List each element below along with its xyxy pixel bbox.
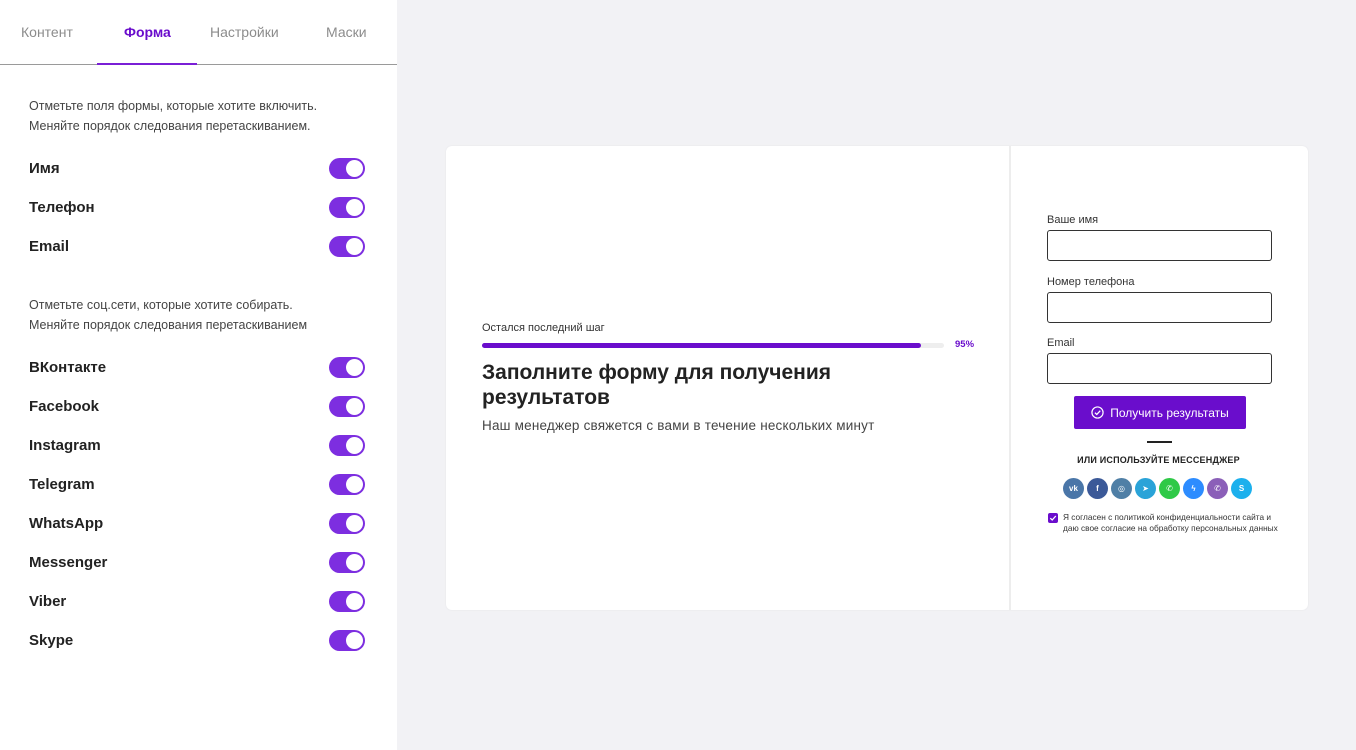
social-fields-hint-line2: Меняйте порядок следования перетаскивани…: [29, 318, 308, 332]
toggle-knob: [346, 199, 363, 216]
messenger-icon[interactable]: ϟ: [1183, 478, 1204, 499]
form-field-row-email[interactable]: Email: [29, 236, 365, 258]
form-field-label: Email: [29, 238, 70, 255]
phone-input[interactable]: [1047, 292, 1272, 323]
checkmark-icon: [1049, 515, 1057, 521]
social-row-viber[interactable]: Viber: [29, 591, 365, 613]
vk-icon[interactable]: vk: [1063, 478, 1084, 499]
toggle-knob: [346, 238, 363, 255]
social-row-skype[interactable]: Skype: [29, 630, 365, 652]
name-toggle[interactable]: [329, 158, 365, 179]
toggle-knob: [346, 476, 363, 493]
skype-toggle[interactable]: [329, 630, 365, 651]
email-field-label: Email: [1047, 337, 1075, 349]
separator-line: [1147, 441, 1172, 443]
social-fields-hint-line1: Отметьте соц.сети, которые хотите собира…: [29, 298, 293, 312]
telegram-toggle[interactable]: [329, 474, 365, 495]
phone-toggle[interactable]: [329, 197, 365, 218]
social-label: WhatsApp: [29, 515, 104, 532]
telegram-icon[interactable]: ➤: [1135, 478, 1156, 499]
form-fields-hint: Отметьте поля формы, которые хотите вклю…: [29, 96, 317, 136]
name-field-label: Ваше имя: [1047, 214, 1099, 226]
tab-form[interactable]: Форма: [124, 24, 171, 40]
form-subheading: Наш менеджер свяжется с вами в течение н…: [482, 418, 875, 433]
check-circle-icon: [1091, 406, 1104, 419]
toggle-knob: [346, 437, 363, 454]
skype-icon[interactable]: S: [1231, 478, 1252, 499]
social-fields-hint: Отметьте соц.сети, которые хотите собира…: [29, 295, 307, 335]
social-label: Instagram: [29, 437, 101, 454]
social-row-vkontakte[interactable]: ВКонтакте: [29, 357, 365, 379]
toggle-knob: [346, 632, 363, 649]
toggle-knob: [346, 593, 363, 610]
phone-field-label: Номер телефона: [1047, 276, 1135, 288]
form-field-label: Телефон: [29, 199, 95, 216]
viber-toggle[interactable]: [329, 591, 365, 612]
whatsapp-icon[interactable]: ✆: [1159, 478, 1180, 499]
tab-bar: Контент Форма Настройки Маски: [0, 0, 397, 65]
toggle-knob: [346, 554, 363, 571]
vkontakte-toggle[interactable]: [329, 357, 365, 378]
progress-bar: [482, 343, 944, 348]
form-fields-hint-line1: Отметьте поля формы, которые хотите вклю…: [29, 99, 318, 113]
social-row-telegram[interactable]: Telegram: [29, 474, 365, 496]
social-label: Skype: [29, 632, 74, 649]
card-divider: [1009, 146, 1011, 610]
get-results-button[interactable]: Получить результаты: [1074, 396, 1246, 429]
progress-fill: [482, 343, 921, 348]
consent-checkbox[interactable]: [1048, 513, 1058, 523]
form-fields-hint-line2: Меняйте порядок следования перетаскивани…: [29, 119, 311, 133]
consent-text: Я согласен с политикой конфиденциальност…: [1063, 512, 1278, 533]
tab-content[interactable]: Контент: [21, 24, 73, 40]
instagram-toggle[interactable]: [329, 435, 365, 456]
progress-percent: 95%: [955, 339, 975, 350]
toggle-knob: [346, 515, 363, 532]
social-row-facebook[interactable]: Facebook: [29, 396, 365, 418]
form-heading: Заполните форму для получения результато…: [482, 361, 832, 409]
messenger-caption: ИЛИ ИСПОЛЬЗУЙТЕ МЕССЕНДЖЕР: [1077, 455, 1240, 465]
instagram-icon[interactable]: ◎: [1111, 478, 1132, 499]
social-row-instagram[interactable]: Instagram: [29, 435, 365, 457]
social-label: ВКонтакте: [29, 359, 107, 376]
social-label: Viber: [29, 593, 67, 610]
form-field-row-phone[interactable]: Телефон: [29, 197, 365, 219]
messenger-toggle[interactable]: [329, 552, 365, 573]
toggle-knob: [346, 359, 363, 376]
toggle-knob: [346, 160, 363, 177]
messenger-buttons: vk f ◎ ➤ ✆ ϟ ✆ S: [1063, 478, 1252, 499]
tab-settings[interactable]: Настройки: [210, 24, 279, 40]
social-row-whatsapp[interactable]: WhatsApp: [29, 513, 365, 535]
viber-icon[interactable]: ✆: [1207, 478, 1228, 499]
active-tab-indicator: [97, 63, 197, 65]
facebook-icon[interactable]: f: [1087, 478, 1108, 499]
social-label: Messenger: [29, 554, 108, 571]
form-field-label: Имя: [29, 160, 60, 177]
form-field-row-name[interactable]: Имя: [29, 158, 365, 180]
tab-masks[interactable]: Маски: [326, 24, 367, 40]
social-row-messenger[interactable]: Messenger: [29, 552, 365, 574]
form-preview-card: Остался последний шаг 95% Заполните форм…: [446, 146, 1308, 610]
social-label: Telegram: [29, 476, 95, 493]
email-input[interactable]: [1047, 353, 1272, 384]
get-results-label: Получить результаты: [1110, 405, 1229, 420]
facebook-toggle[interactable]: [329, 396, 365, 417]
toggle-knob: [346, 398, 363, 415]
email-toggle[interactable]: [329, 236, 365, 257]
settings-panel: Контент Форма Настройки Маски Отметьте п…: [0, 0, 397, 750]
step-label: Остался последний шаг: [482, 322, 605, 334]
social-label: Facebook: [29, 398, 100, 415]
name-input[interactable]: [1047, 230, 1272, 261]
whatsapp-toggle[interactable]: [329, 513, 365, 534]
